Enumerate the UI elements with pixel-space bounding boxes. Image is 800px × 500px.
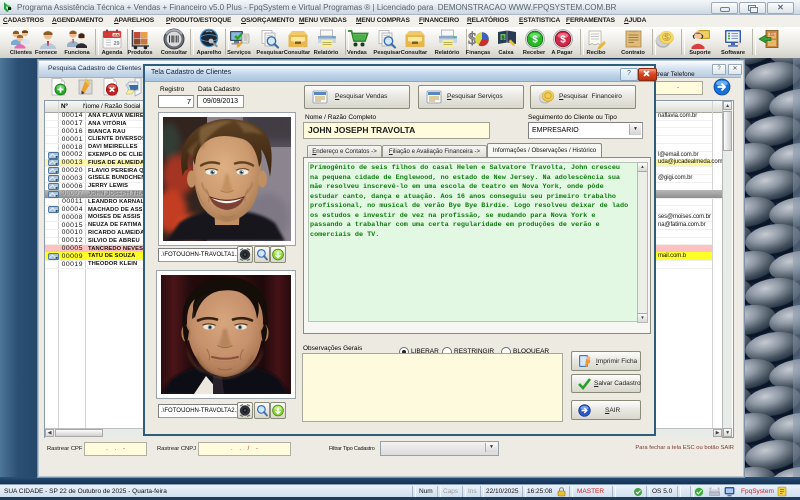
svg-text:EXIT: EXIT [769,32,775,36]
svg-text:$: $ [532,35,538,46]
svg-text:29: 29 [113,41,119,47]
svg-text:$: $ [501,35,504,41]
svg-text:$: $ [560,35,566,46]
svg-text:JAN: JAN [113,33,119,37]
svg-text:S: S [664,35,669,42]
